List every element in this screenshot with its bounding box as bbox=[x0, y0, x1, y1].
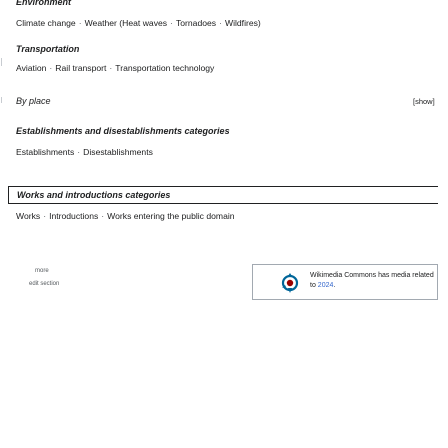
tornadoes-link[interactable]: Tornadoes bbox=[176, 18, 216, 28]
works-heading: Works and introductions categories bbox=[17, 190, 171, 200]
transportation-row: Aviation · Rail transport · Transportation t… bbox=[16, 63, 215, 73]
works-heading-box: Works and introductions categories bbox=[8, 186, 438, 204]
works-row: Works · Introductions · Works entering the p… bbox=[16, 211, 235, 221]
weather-link[interactable]: Weather (Heat waves bbox=[85, 18, 167, 28]
gutter-tick bbox=[1, 58, 2, 66]
more-label[interactable]: more bbox=[35, 268, 49, 274]
left-gutter bbox=[0, 0, 8, 448]
climate-change-link[interactable]: Climate change bbox=[16, 18, 76, 28]
show-toggle[interactable]: [show] bbox=[413, 96, 435, 108]
commons-box: Wikimedia Commons has media related to 2… bbox=[252, 264, 438, 300]
disestablishments-link[interactable]: Disestablishments bbox=[83, 147, 153, 157]
introductions-link[interactable]: Introductions bbox=[49, 211, 98, 221]
commons-text: Wikimedia Commons has media related to 2… bbox=[310, 271, 435, 291]
climate-row: Climate change · Weather (Heat waves · Torna… bbox=[16, 18, 261, 28]
establishments-link[interactable]: Establishments bbox=[16, 147, 74, 157]
commons-text-suffix: . bbox=[333, 282, 336, 289]
transportation-technology-link[interactable]: Transportation technology bbox=[115, 63, 214, 73]
transportation-heading: Transportation bbox=[16, 44, 80, 54]
edit-section-link[interactable]: edit section bbox=[29, 281, 59, 287]
wikimedia-commons-icon bbox=[281, 273, 299, 293]
wildfires-link[interactable]: Wildfires) bbox=[225, 18, 261, 28]
aviation-link[interactable]: Aviation bbox=[16, 63, 46, 73]
works-link[interactable]: Works bbox=[16, 211, 40, 221]
environment-heading: Environment bbox=[16, 0, 72, 7]
by-place-heading: By place bbox=[16, 96, 51, 106]
gutter-tick bbox=[1, 97, 2, 103]
establishments-row: Establishments · Disestablishments bbox=[16, 147, 153, 157]
rail-transport-link[interactable]: Rail transport bbox=[55, 63, 106, 73]
establishments-heading: Establishments and disestablishments cat… bbox=[16, 126, 230, 136]
commons-2024-link[interactable]: 2024 bbox=[318, 282, 334, 289]
works-public-domain-link[interactable]: Works entering the public domain bbox=[107, 211, 234, 221]
